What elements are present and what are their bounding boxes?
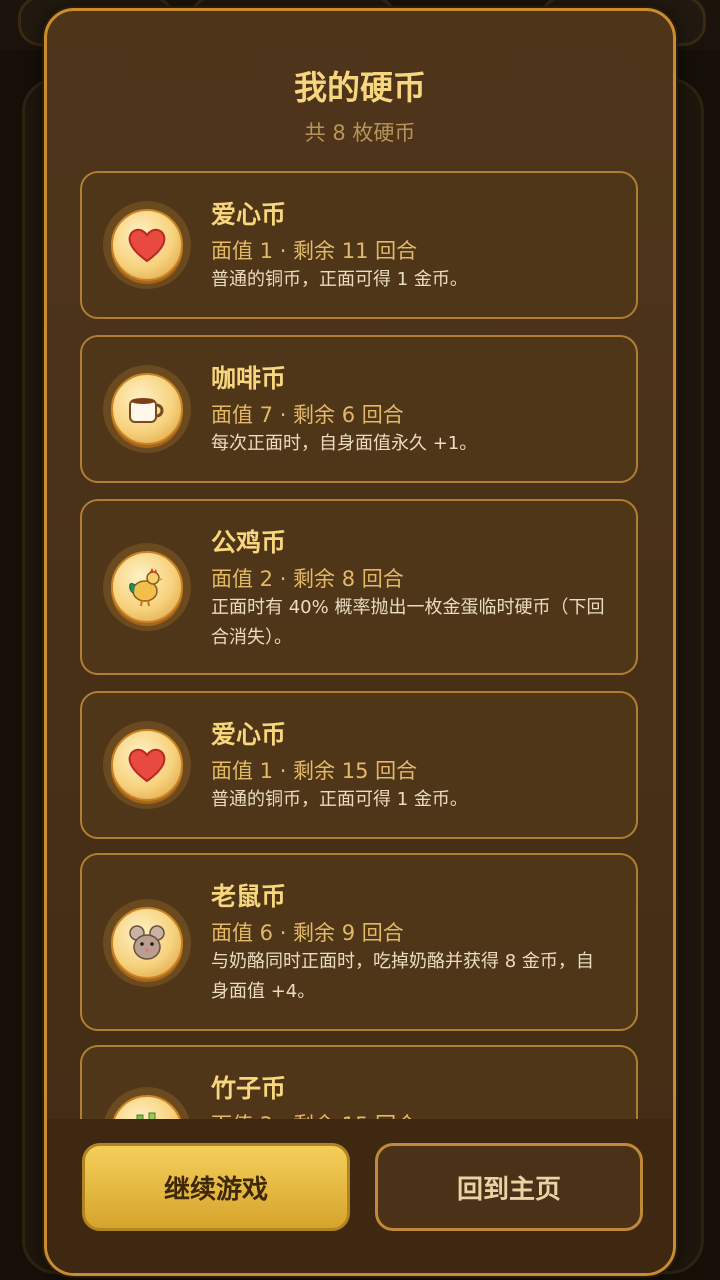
coin-card: 公鸡币 面值 2 · 剩余 8 回合 正面时有 40% 概率抛出一枚金蛋临时硬币… (80, 499, 638, 675)
coin-card: 咖啡币 面值 7 · 剩余 6 回合 每次正面时，自身面值永久 +1。 (80, 335, 638, 483)
coin-meta: 面值 3 · 剩余 15 回合 (211, 1109, 417, 1119)
coin-icon-frame (103, 365, 191, 453)
coin-meta: 面值 2 · 剩余 8 回合 (211, 567, 404, 591)
coin-description: 每次正面时，自身面值永久 +1。 (211, 433, 478, 454)
coin-name: 老鼠币 (211, 882, 287, 911)
coin-icon-frame (103, 1087, 191, 1119)
coin-meta: 面值 1 · 剩余 11 回合 (211, 239, 418, 263)
heart-icon (111, 209, 183, 281)
coin-icon-frame (103, 899, 191, 987)
coin-name: 竹子币 (211, 1074, 287, 1103)
coins-modal: 我的硬币 共 8 枚硬币 爱心币 面值 1 · 剩余 11 回合 普通的铜币，正… (44, 8, 676, 1276)
coin-name: 爱心币 (211, 200, 287, 229)
back-to-home-button[interactable]: 回到主页 (375, 1143, 643, 1231)
coin-description: 与奶酪同时正面时，吃掉奶酪并获得 8 金币，自身面值 +4。 (211, 951, 594, 1002)
coin-icon-frame (103, 721, 191, 809)
modal-title: 我的硬币 (294, 68, 426, 107)
coin-name: 爱心币 (211, 720, 287, 749)
coin-meta: 面值 1 · 剩余 15 回合 (211, 759, 418, 783)
coin-card: 竹子币 面值 3 · 剩余 15 回合 (80, 1045, 638, 1119)
coin-card: 爱心币 面值 1 · 剩余 11 回合 普通的铜币，正面可得 1 金币。 (80, 171, 638, 319)
coin-meta: 面值 7 · 剩余 6 回合 (211, 403, 404, 427)
coin-list[interactable]: 爱心币 面值 1 · 剩余 11 回合 普通的铜币，正面可得 1 金币。 咖啡币… (80, 161, 644, 1119)
heart-icon (111, 729, 183, 801)
bamboo-icon (111, 1095, 183, 1119)
coin-card: 老鼠币 面值 6 · 剩余 9 回合 与奶酪同时正面时，吃掉奶酪并获得 8 金币… (80, 853, 638, 1031)
coin-description: 正面时有 40% 概率抛出一枚金蛋临时硬币（下回合消失）。 (211, 597, 605, 648)
coin-icon-frame (103, 201, 191, 289)
coin-meta: 面值 6 · 剩余 9 回合 (211, 921, 404, 945)
coin-card: 爱心币 面值 1 · 剩余 15 回合 普通的铜币，正面可得 1 金币。 (80, 691, 638, 839)
coffee-cup-icon (111, 373, 183, 445)
coin-description: 普通的铜币，正面可得 1 金币。 (211, 269, 468, 290)
coin-icon-frame (103, 543, 191, 631)
coin-description: 普通的铜币，正面可得 1 金币。 (211, 789, 468, 810)
mouse-icon (111, 907, 183, 979)
modal-subtitle: 共 8 枚硬币 (304, 121, 416, 145)
coin-name: 公鸡币 (211, 528, 287, 557)
coin-name: 咖啡币 (211, 364, 287, 393)
rooster-icon (111, 551, 183, 623)
continue-game-button[interactable]: 继续游戏 (82, 1143, 350, 1231)
